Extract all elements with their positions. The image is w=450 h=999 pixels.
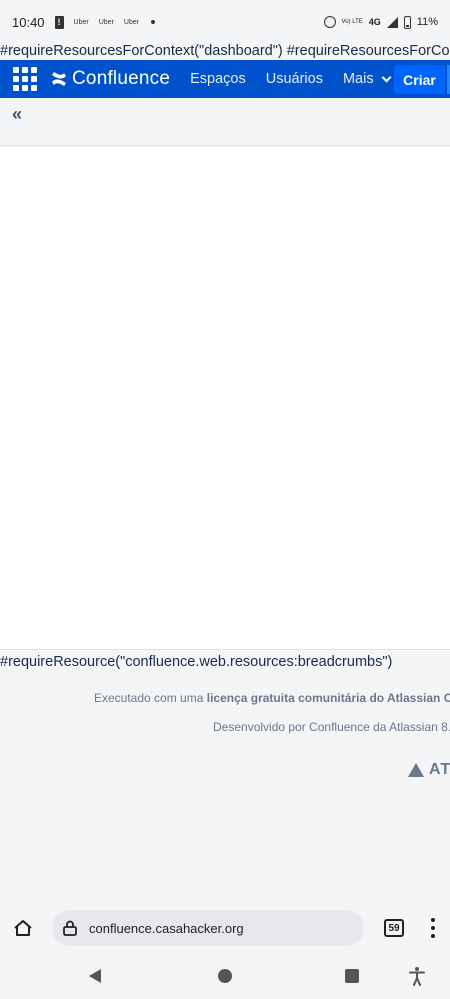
atlassian-logo-icon [408,763,424,777]
status-bar: 10:40 ! Uber Uber Uber Vo) LTE 4G 11% [0,0,450,44]
home-icon[interactable] [13,919,33,937]
main-content [0,147,450,650]
notification-uber: Uber [98,18,114,26]
confluence-logo-icon [52,72,66,86]
notification-uber: Uber [73,18,89,26]
lock-icon[interactable] [63,920,77,936]
network-type: 4G [368,17,381,27]
atlassian-logo-text: AT [429,761,450,778]
url-text[interactable]: confluence.casahacker.org [89,921,244,936]
tab-switcher-button[interactable]: 59 [384,919,404,937]
status-time: 10:40 [12,14,45,30]
nav-more[interactable]: Mais [342,71,392,87]
nav-users[interactable]: Usuários [266,71,323,87]
warning-icon: ! [54,15,64,29]
more-vert-icon[interactable] [431,918,435,938]
confluence-header: Confluence Espaços Usuários Mais Criar [0,60,450,98]
battery-icon [403,15,411,29]
nav-more-label: Mais [342,71,374,87]
battery-percent: 11% [416,16,438,28]
nav-spaces[interactable]: Espaços [190,71,246,87]
home-circle-icon[interactable] [218,969,232,983]
system-nav-bar [0,956,450,999]
unrendered-template-text: #requireResourcesForContext("dashboard")… [0,41,450,61]
footer-license: Executado com uma licença gratuita comun… [94,691,450,705]
back-icon[interactable] [89,969,101,983]
notification-uber: Uber [123,18,140,26]
footer-license-link[interactable]: licença gratuita comunitária do Atlassia… [207,691,450,705]
volte-label: Vo) LTE [341,19,363,25]
unrendered-breadcrumb-template: #requireResource("confluence.web.resourc… [0,652,450,672]
confluence-logo[interactable]: Confluence [51,68,170,90]
footer-license-prefix: Executado com uma [94,691,207,705]
logo-text: Confluence [72,68,171,89]
app-switcher-icon[interactable] [13,67,37,91]
more-notifications-icon [151,20,156,24]
accessibility-icon[interactable] [409,966,425,986]
create-button[interactable]: Criar [394,65,445,94]
chevron-down-icon [381,72,392,82]
signal-icon [386,16,398,28]
atlassian-logo[interactable]: AT [408,761,450,779]
collapse-sidebar-icon[interactable]: « [12,104,22,125]
browser-toolbar: confluence.casahacker.org 59 [0,900,450,956]
sidebar-collapse-area: « [0,98,450,146]
alarm-icon [323,16,336,28]
footer-powered-by: Desenvolvido por Confluence da Atlassian… [213,720,450,734]
recents-icon[interactable] [345,969,359,983]
address-bar[interactable]: confluence.casahacker.org [52,910,364,946]
